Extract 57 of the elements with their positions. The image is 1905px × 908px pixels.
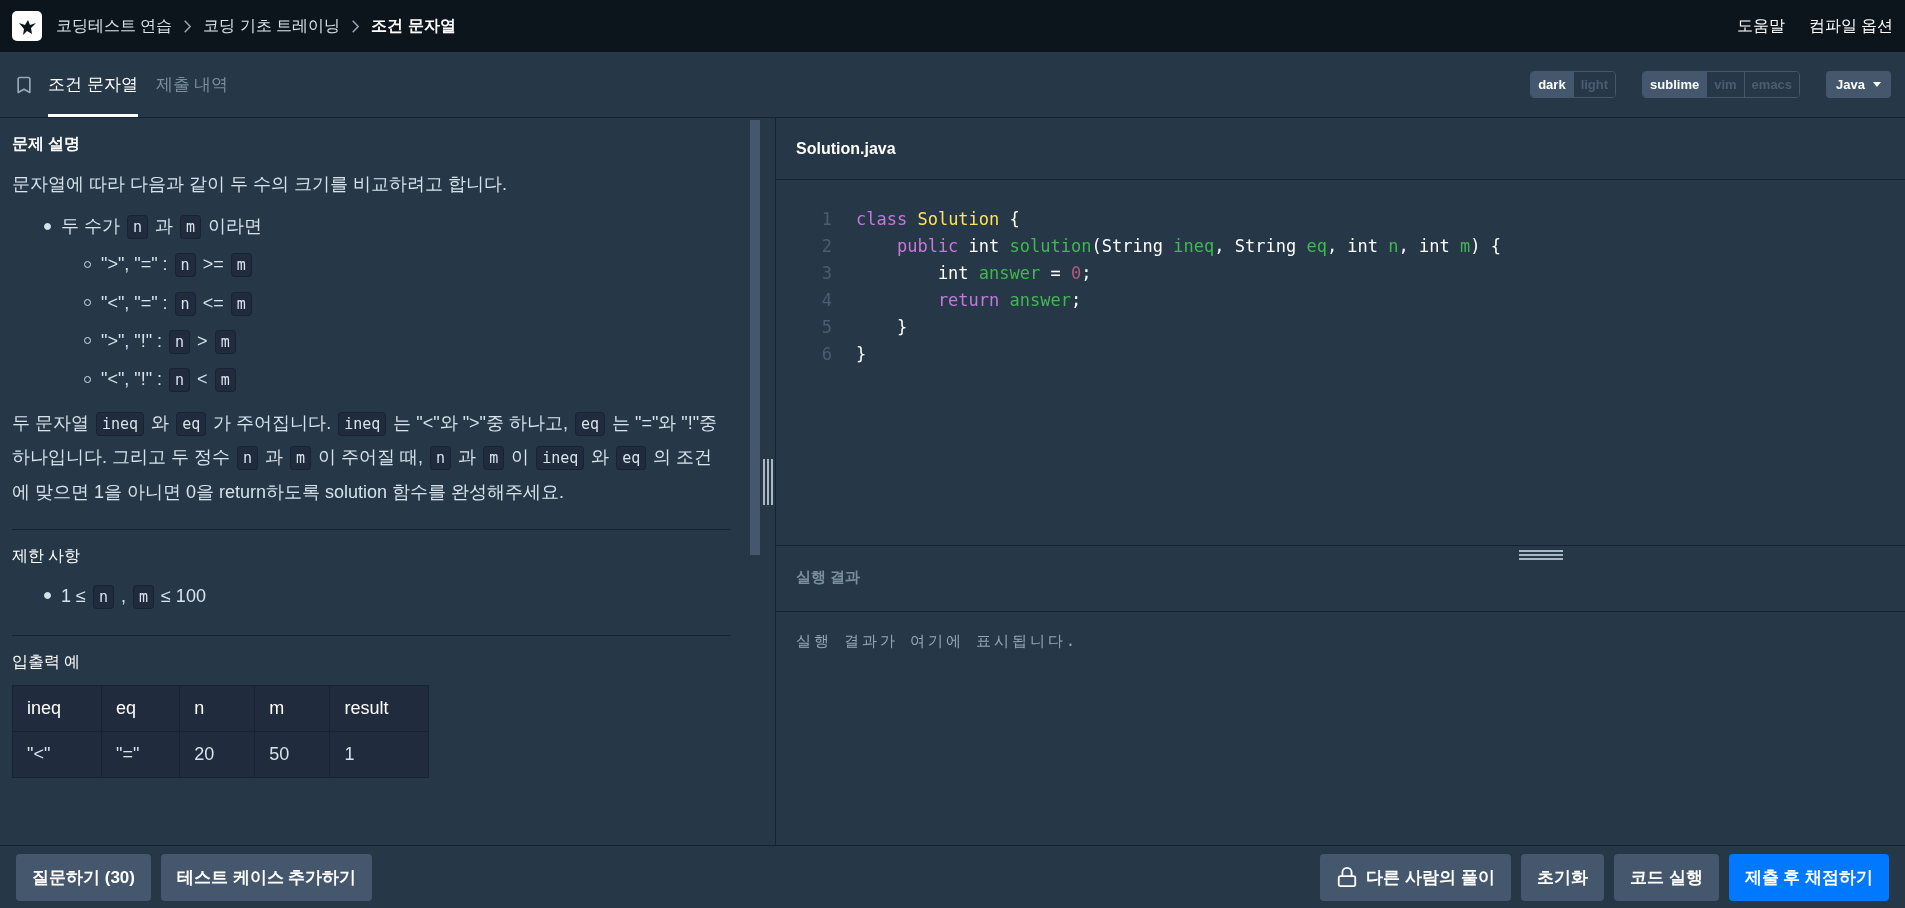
table-cell: "<": [12, 731, 102, 778]
code-line: class Solution {: [856, 208, 1020, 231]
table-header-cell: n: [179, 685, 255, 732]
action-button[interactable]: 초기화: [1520, 853, 1604, 901]
result-output: 실행 결과가 여기에 표시됩니다.: [795, 631, 1080, 652]
table-header-cell: eq: [101, 685, 180, 732]
action-button[interactable]: 코드 실행: [1613, 853, 1719, 901]
table-header-cell: ineq: [12, 685, 102, 732]
section-heading: 입출력 예: [12, 651, 82, 672]
file-name: Solution.java: [796, 139, 896, 158]
lock-icon: [1336, 866, 1359, 888]
list-item-text: 두 수가 n 과 m 이라면: [61, 209, 263, 244]
description-text: 문자열에 따라 다음과 같이 두 수의 크기를 비교하려고 합니다.: [12, 173, 508, 196]
table-cell: "=": [101, 731, 180, 778]
table-cell: 20: [179, 731, 255, 778]
description-text: 두 문자열 ineq 와 eq 가 주어집니다. ineq 는 "<"와 ">"중 하나고, eq 는 "="와 "!"중 하나입니다. 그리고 두 정수 n 과 m 이 주어질 때, n 과 m 이 ineq 와 eq 의 조건에 맞으면 1을 아니면 0을 return하도록 solution 함수를 완성해주세요.: [12, 411, 719, 504]
code-line: }: [856, 343, 867, 366]
table-header-cell: result: [329, 685, 429, 732]
submit-button[interactable]: 제출 후 채점하기: [1728, 853, 1889, 901]
chevron-icon: [352, 19, 360, 33]
section-heading: 문제 설명: [12, 134, 82, 154]
result-heading: 실행 결과: [796, 568, 862, 587]
caret-icon: [1873, 82, 1881, 87]
chevron-icon: [184, 19, 192, 33]
breadcrumb-link[interactable]: 코딩테스트 연습: [56, 15, 173, 37]
scrollbar-thumb[interactable]: [750, 120, 760, 555]
code-line: public int solution(String ineq, String eq, int n, int m) {: [895, 235, 1501, 258]
bullet-icon: [44, 592, 51, 600]
keymap-option[interactable]: sublime: [1643, 72, 1707, 97]
breadcrumb-link[interactable]: 코딩 기초 트레이닝: [203, 15, 341, 37]
code-line: int answer = 0;: [936, 262, 1092, 285]
list-item-text: ">", "=" : n >= m: [101, 247, 254, 282]
bullet-icon: [44, 222, 51, 230]
list-item-text: "<", "!" : n < m: [101, 361, 238, 397]
tab[interactable]: 제출 내역: [155, 52, 229, 117]
action-button[interactable]: 질문하기 (30): [16, 853, 151, 901]
bookmark-icon[interactable]: [14, 74, 34, 95]
language-dropdown[interactable]: Java: [1826, 71, 1891, 98]
tab[interactable]: 조건 문자열: [48, 52, 138, 117]
action-button[interactable]: 테스트 케이스 추가하기: [160, 853, 373, 901]
resize-handle-icon[interactable]: [761, 458, 774, 505]
resize-handle-icon[interactable]: [1518, 550, 1563, 560]
list-item-text: "<", "=" : n <= m: [101, 285, 254, 320]
list-item-text: 1 ≤ n , m ≤ 100: [61, 578, 206, 613]
table-cell: 50: [254, 731, 330, 778]
table-cell: 1: [329, 731, 429, 778]
section-heading: 제한 사항: [12, 545, 82, 566]
table-header-cell: m: [254, 685, 330, 732]
code-line: return answer;: [936, 289, 1082, 312]
page-title: 조건 문자열: [371, 15, 456, 36]
header-link[interactable]: 도움말: [1736, 15, 1785, 37]
action-button[interactable]: 다른 사람의 풀이: [1320, 853, 1511, 901]
theme-option[interactable]: dark: [1531, 72, 1573, 97]
list-item-text: ">", "!" : n > m: [101, 323, 238, 358]
code-line: }: [895, 316, 908, 339]
logo-icon[interactable]: [12, 11, 42, 41]
header-link[interactable]: 컴파일 옵션: [1808, 15, 1893, 37]
